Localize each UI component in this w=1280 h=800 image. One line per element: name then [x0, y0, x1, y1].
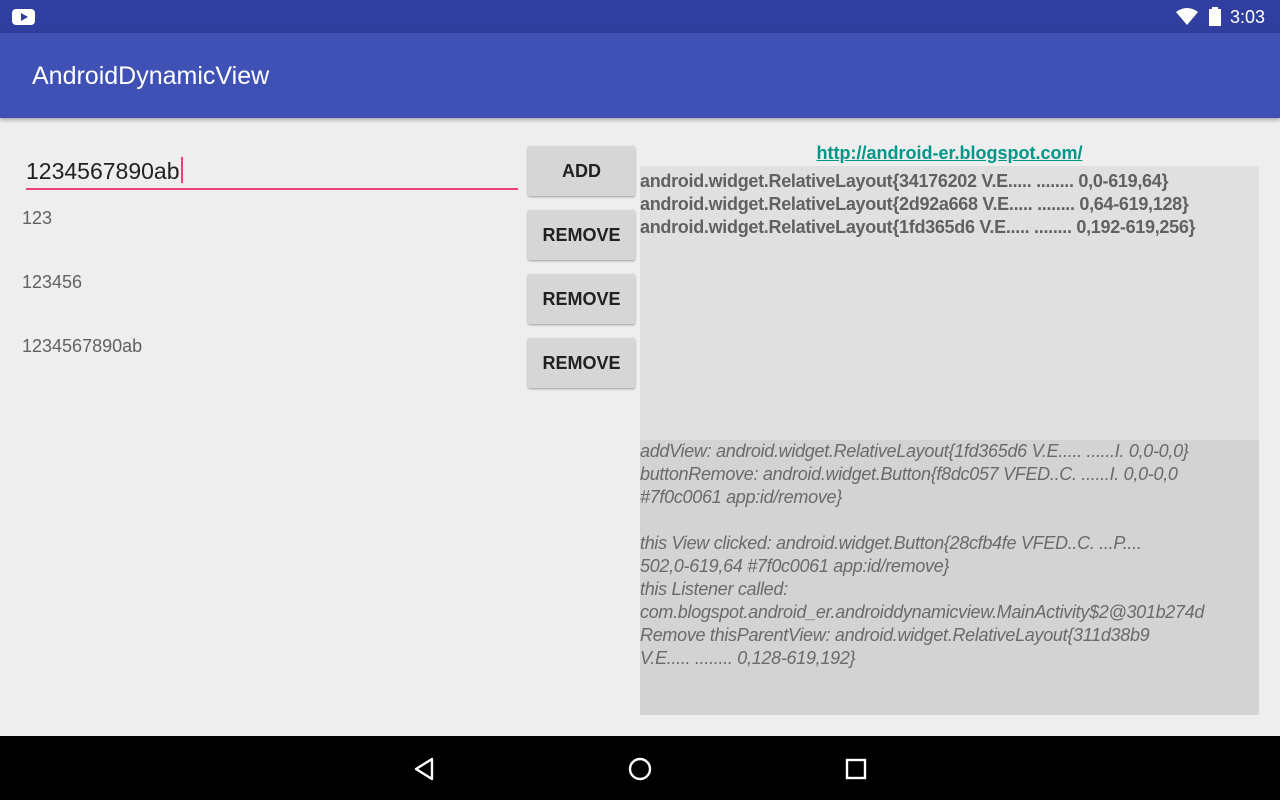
status-bar: 3:03	[0, 0, 1280, 33]
log-line: addView: android.widget.RelativeLayout{1…	[640, 441, 1189, 461]
layout-info-panel: android.widget.RelativeLayout{34176202 V…	[640, 166, 1259, 440]
app-title: AndroidDynamicView	[32, 62, 270, 90]
remove-button[interactable]: REMOVE	[528, 210, 635, 260]
add-button[interactable]: ADD	[528, 146, 635, 196]
youtube-icon	[12, 9, 35, 25]
row-text: 1234567890ab	[22, 336, 143, 356]
remove-button[interactable]: REMOVE	[528, 338, 635, 388]
text-input[interactable]: 1234567890ab	[26, 150, 518, 190]
layout-info-line: android.widget.RelativeLayout{34176202 V…	[640, 171, 1169, 191]
log-line: Remove thisParentView: android.widget.Re…	[640, 625, 1150, 645]
app-bar: AndroidDynamicView	[0, 33, 1280, 118]
blog-link[interactable]: http://android-er.blogspot.com/	[640, 143, 1259, 164]
status-clock: 3:03	[1230, 7, 1266, 27]
text-cursor	[180, 157, 183, 183]
layout-info-line: android.widget.RelativeLayout{1fd365d6 V…	[640, 217, 1196, 237]
row-text: 123456	[22, 272, 83, 292]
log-line: this View clicked: android.widget.Button…	[640, 533, 1142, 553]
layout-info-line: android.widget.RelativeLayout{2d92a668 V…	[640, 194, 1189, 214]
home-icon[interactable]	[627, 756, 653, 782]
navigation-bar	[0, 736, 1280, 800]
log-panel: addView: android.widget.RelativeLayout{1…	[640, 440, 1259, 715]
row-text: 123	[22, 208, 53, 228]
log-line: buttonRemove: android.widget.Button{f8dc…	[640, 464, 1178, 484]
log-line: 502,0-619,64 #7f0c0061 app:id/remove}	[640, 556, 950, 576]
text-input-value[interactable]: 1234567890ab	[26, 157, 183, 185]
log-line: this Listener called:	[640, 579, 788, 599]
log-line: V.E..... ........ 0,128-619,192}	[640, 648, 856, 668]
log-line: #7f0c0061 app:id/remove}	[640, 487, 842, 507]
back-icon[interactable]	[412, 756, 438, 782]
log-line: com.blogspot.android_er.androiddynamicvi…	[640, 602, 1205, 622]
wifi-icon	[1176, 8, 1198, 25]
recents-icon[interactable]	[843, 756, 869, 782]
remove-button[interactable]: REMOVE	[528, 274, 635, 324]
battery-icon	[1209, 7, 1221, 26]
